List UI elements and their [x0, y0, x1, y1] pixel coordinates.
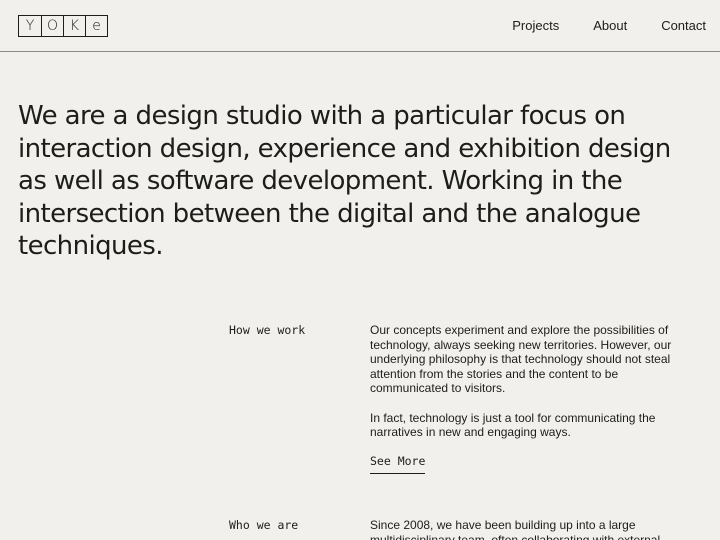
- section-paragraph: Our concepts experiment and explore the …: [370, 323, 672, 396]
- section-body: Since 2008, we have been building up int…: [370, 518, 688, 540]
- nav-about-link[interactable]: About: [593, 18, 627, 33]
- section-paragraph: In fact, technology is just a tool for c…: [370, 410, 656, 440]
- logo-letter: e: [85, 16, 107, 36]
- site-header: Y O K e Projects About Contact: [0, 0, 720, 52]
- logo-letter: Y: [25, 18, 35, 34]
- nav-contact-link[interactable]: Contact: [661, 18, 706, 33]
- logo-letter: O: [41, 16, 63, 36]
- yoke-logo[interactable]: Y O K e: [18, 15, 108, 37]
- page: Y O K e Projects About Contact We are a …: [0, 0, 720, 540]
- section-label: Who we are: [229, 518, 299, 532]
- see-more-link[interactable]: See More: [370, 454, 426, 475]
- hero-statement: We are a design studio with a particular…: [18, 101, 671, 261]
- section-label: How we work: [229, 323, 306, 337]
- main-nav: Projects About Contact: [512, 18, 706, 33]
- logo-letter: K: [63, 16, 85, 36]
- section-body: Our concepts experiment and explore the …: [370, 323, 688, 475]
- nav-projects-link[interactable]: Projects: [512, 18, 559, 33]
- section-paragraph: Since 2008, we have been building up int…: [370, 518, 661, 540]
